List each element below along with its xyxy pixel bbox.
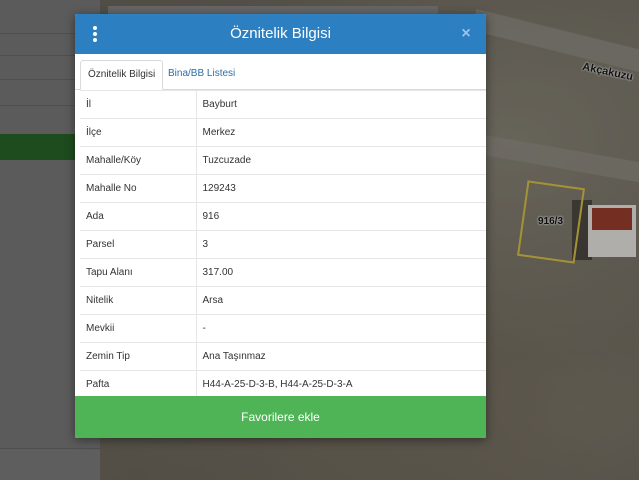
table-row: Mevkii - — [80, 314, 486, 343]
attribute-value: Merkez — [196, 118, 486, 147]
attribute-key: Nitelik — [80, 286, 197, 315]
attribute-key: Mahalle/Köy — [80, 146, 197, 175]
vertical-ellipsis-icon[interactable] — [89, 25, 101, 43]
table-row: Pafta H44-A-25-D-3-B, H44-A-25-D-3-A — [80, 370, 486, 399]
attribute-value: Bayburt — [196, 90, 486, 119]
attribute-value: Ana Taşınmaz — [196, 342, 486, 371]
table-row: Tapu Alanı 317.00 — [80, 258, 486, 287]
attribute-value: 129243 — [196, 174, 486, 203]
close-icon[interactable]: × — [456, 24, 476, 44]
attribute-value: H44-A-25-D-3-B, H44-A-25-D-3-A — [196, 370, 486, 399]
table-row: Mahalle No 129243 — [80, 174, 486, 203]
dialog-title: Öznitelik Bilgisi — [230, 25, 331, 42]
attribute-key: Mahalle No — [80, 174, 197, 203]
table-row: Mahalle/Köy Tuzcuzade — [80, 146, 486, 175]
table-row: Zemin Tip Ana Taşınmaz — [80, 342, 486, 371]
attribute-key: Tapu Alanı — [80, 258, 197, 287]
table-row: Nitelik Arsa — [80, 286, 486, 315]
attribute-key: İl — [80, 90, 197, 119]
attribute-info-dialog: Öznitelik Bilgisi × Öznitelik Bilgisi Bi… — [75, 14, 486, 438]
attribute-value: 3 — [196, 230, 486, 259]
attribute-value: Arsa — [196, 286, 486, 315]
tab-attribute-info[interactable]: Öznitelik Bilgisi — [80, 60, 164, 90]
attribute-value: Tuzcuzade — [196, 146, 486, 175]
dialog-tabs: Öznitelik Bilgisi Bina/BB Listesi — [75, 54, 486, 90]
attribute-key: Parsel — [80, 230, 197, 259]
dialog-header: Öznitelik Bilgisi × — [75, 14, 486, 54]
attribute-value: 916 — [196, 202, 486, 231]
attribute-key: Ada — [80, 202, 197, 231]
attribute-value: 317.00 — [196, 258, 486, 287]
attribute-key: Zemin Tip — [80, 342, 197, 371]
add-to-favorites-button[interactable]: Favorilere ekle — [75, 396, 486, 438]
attribute-value: - — [196, 314, 486, 343]
table-row: İlçe Merkez — [80, 118, 486, 147]
attribute-table: İl Bayburt İlçe Merkez Mahalle/Köy Tuzcuzade M… — [80, 90, 486, 399]
attribute-key: İlçe — [80, 118, 197, 147]
table-row: İl Bayburt — [80, 90, 486, 119]
attribute-key: Pafta — [80, 370, 197, 399]
attribute-key: Mevkii — [80, 314, 197, 343]
table-row: Ada 916 — [80, 202, 486, 231]
table-row: Parsel 3 — [80, 230, 486, 259]
tab-building-list[interactable]: Bina/BB Listesi — [161, 60, 242, 90]
